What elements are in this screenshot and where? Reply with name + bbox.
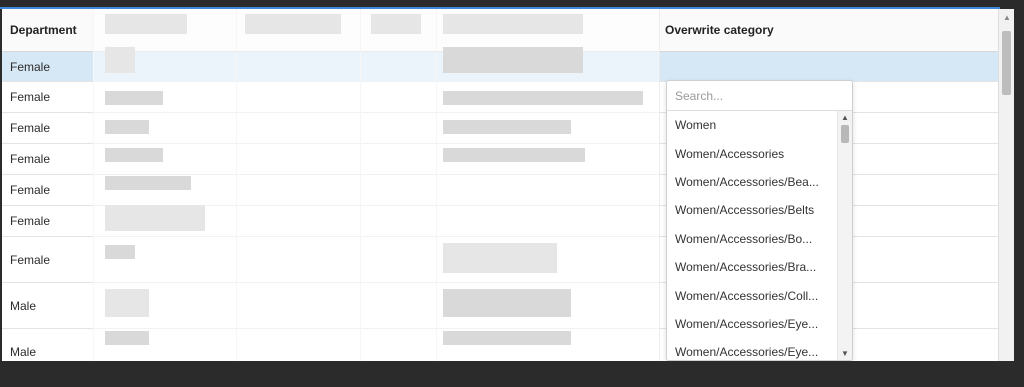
department-cell: Female [10, 121, 51, 135]
grid-scrollbar-thumb[interactable] [1002, 31, 1011, 95]
redacted-columns [93, 9, 659, 361]
category-option[interactable]: Women/Accessories/Bea... [667, 168, 837, 196]
department-cell: Male [10, 298, 37, 313]
category-search-input[interactable] [667, 81, 852, 111]
category-option[interactable]: Women/Accessories/Bra... [667, 253, 837, 281]
department-cell: Female [10, 90, 51, 104]
column-divider [659, 9, 660, 361]
category-option[interactable]: Women/Accessories/Belts [667, 196, 837, 224]
department-cell: Female [10, 152, 51, 166]
column-header-overwrite-category[interactable]: Overwrite category [665, 9, 774, 51]
category-option[interactable]: Women/Accessories/Coll... [667, 281, 837, 309]
category-dropdown: Women Women/Accessories Women/Accessorie… [666, 80, 853, 361]
category-option[interactable]: Women/Accessories/Eye... [667, 338, 837, 360]
triangle-up-icon[interactable]: ▲ [841, 113, 849, 122]
app-window: Department Overwrite category Female Fem… [0, 0, 1024, 387]
department-cell: Female [10, 252, 51, 267]
category-option[interactable]: Women/Accessories/Eye... [667, 310, 837, 338]
column-header-department[interactable]: Department [10, 9, 77, 51]
category-option[interactable]: Women [667, 111, 837, 139]
dropdown-scrollbar[interactable]: ▲ ▼ [837, 111, 852, 360]
category-option[interactable]: Women/Accessories/Bo... [667, 225, 837, 253]
bottom-bar [0, 361, 1024, 387]
window-edge [1016, 9, 1024, 361]
department-cell: Male [10, 344, 37, 359]
department-cell: Female [10, 214, 51, 228]
category-option[interactable]: Women/Accessories [667, 139, 837, 167]
top-bar [0, 0, 1024, 7]
grid-scrollbar[interactable]: ▲ [998, 9, 1014, 361]
department-cell: Female [10, 183, 51, 197]
department-cell: Female [10, 59, 51, 74]
category-options-list: Women Women/Accessories Women/Accessorie… [667, 111, 837, 360]
triangle-up-icon[interactable]: ▲ [1003, 13, 1011, 22]
dropdown-scrollbar-thumb[interactable] [841, 125, 849, 143]
triangle-down-icon[interactable]: ▼ [841, 349, 849, 358]
